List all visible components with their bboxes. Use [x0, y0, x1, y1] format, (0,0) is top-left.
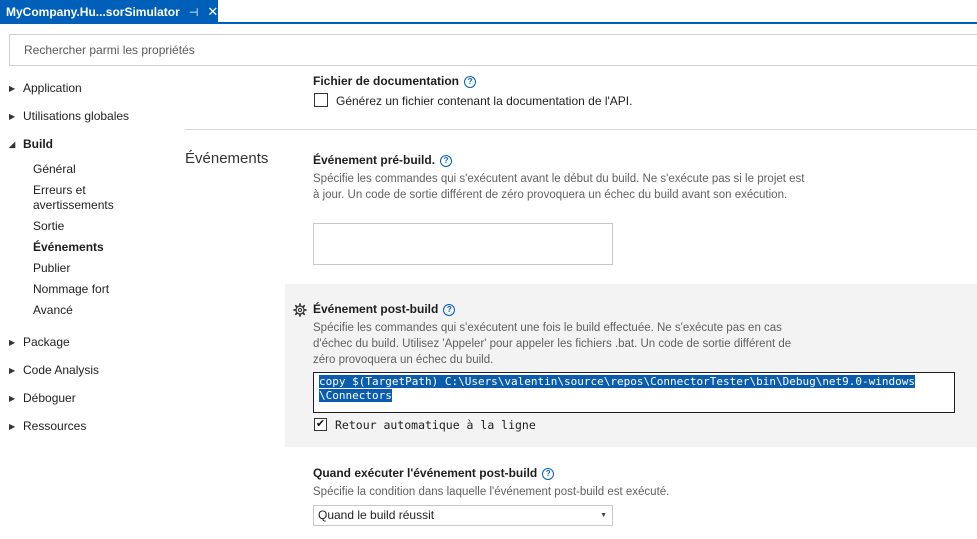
expand-arrow-icon[interactable]: ▶: [9, 84, 23, 93]
section-divider: [185, 129, 977, 130]
close-icon[interactable]: ✕: [207, 4, 218, 20]
section-title-events: Événements: [185, 150, 269, 167]
expand-arrow-icon[interactable]: ▶: [9, 422, 23, 431]
doc-file-checkbox-label: Générez un fichier contenant la document…: [336, 94, 633, 108]
run-condition-label-text: Quand exécuter l'événement post-build: [313, 466, 538, 480]
prebuild-label: Événement pré-build.?: [313, 153, 453, 167]
document-tab[interactable]: MyCompany.Hu...sorSimulator ⊣ ✕: [0, 0, 218, 24]
postbuild-description: Spécifie les commandes qui s'exécutent u…: [313, 322, 792, 366]
sidebar-item-code-analysis[interactable]: ▶ Code Analysis: [9, 363, 99, 377]
sidebar-subitem-general[interactable]: Général: [33, 162, 76, 177]
sidebar-item-resources[interactable]: ▶ Ressources: [9, 419, 86, 433]
sidebar-subitem-output[interactable]: Sortie: [33, 219, 64, 234]
sidebar-item-label: Application: [23, 81, 82, 95]
prebuild-description: Spécifie les commandes qui s'exécutent a…: [313, 173, 805, 201]
help-icon[interactable]: ?: [464, 76, 477, 88]
sidebar-item-label: Build: [23, 137, 53, 151]
expand-arrow-icon[interactable]: ▶: [9, 338, 23, 347]
sidebar-item-debug[interactable]: ▶ Déboguer: [9, 391, 76, 405]
sidebar-subitem-strong-naming[interactable]: Nommage fort: [33, 282, 109, 297]
sidebar-item-package[interactable]: ▶ Package: [9, 335, 70, 349]
sidebar-item-application[interactable]: ▶ Application: [9, 81, 82, 95]
tab-title: MyCompany.Hu...sorSimulator: [6, 5, 180, 19]
expand-arrow-icon[interactable]: ▶: [9, 394, 23, 403]
search-input[interactable]: [10, 35, 977, 65]
sidebar-subitem-advanced[interactable]: Avancé: [33, 303, 73, 318]
run-condition-label: Quand exécuter l'événement post-build?: [313, 466, 555, 480]
sidebar-item-label: Déboguer: [23, 391, 76, 405]
word-wrap-checkbox[interactable]: ✔: [314, 418, 327, 431]
chevron-down-icon[interactable]: ▼: [600, 506, 607, 525]
postbuild-label-text: Événement post-build: [313, 302, 439, 316]
postbuild-command-line-1: copy $(TargetPath) C:\Users\valentin\sou…: [319, 375, 916, 388]
run-condition-select[interactable]: Quand le build réussit ▼: [313, 505, 613, 526]
sidebar-item-build[interactable]: ◢ Build: [9, 137, 53, 151]
sidebar-item-label: Package: [23, 335, 70, 349]
doc-file-checkbox[interactable]: [314, 93, 328, 107]
sidebar-subitem-events[interactable]: Événements: [33, 240, 104, 255]
run-condition-description: Spécifie la condition dans laquelle l'év…: [313, 486, 670, 498]
help-icon[interactable]: ?: [542, 468, 555, 480]
postbuild-command-input[interactable]: copy $(TargetPath) C:\Users\valentin\sou…: [313, 372, 955, 413]
prebuild-command-input[interactable]: [313, 223, 613, 265]
postbuild-label: Événement post-build?: [313, 302, 456, 316]
gear-icon[interactable]: [293, 303, 307, 317]
collapse-arrow-icon[interactable]: ◢: [9, 140, 23, 149]
help-icon[interactable]: ?: [443, 304, 456, 316]
sidebar-subitem-errors-warnings[interactable]: Erreurs et avertissements: [33, 183, 143, 213]
search-box: [9, 34, 977, 66]
postbuild-command-line-2: \Connectors: [319, 389, 392, 402]
sidebar-item-label: Ressources: [23, 419, 87, 433]
document-tab-strip: MyCompany.Hu...sorSimulator ⊣ ✕: [0, 0, 977, 24]
sidebar-item-label: Code Analysis: [23, 363, 100, 377]
run-condition-selected-value: Quand le build réussit: [318, 508, 435, 522]
word-wrap-label: Retour automatique à la ligne: [335, 418, 536, 432]
sidebar-subitem-publish[interactable]: Publier: [33, 261, 70, 276]
doc-file-label: Fichier de documentation?: [313, 74, 477, 88]
expand-arrow-icon[interactable]: ▶: [9, 112, 23, 121]
sidebar-item-label: Utilisations globales: [23, 109, 130, 123]
help-icon[interactable]: ?: [440, 155, 453, 167]
expand-arrow-icon[interactable]: ▶: [9, 366, 23, 375]
pin-icon[interactable]: ⊣: [189, 6, 199, 19]
sidebar-item-global-usings[interactable]: ▶ Utilisations globales: [9, 109, 129, 123]
prebuild-label-text: Événement pré-build.: [313, 153, 436, 167]
doc-file-label-text: Fichier de documentation: [313, 74, 460, 88]
